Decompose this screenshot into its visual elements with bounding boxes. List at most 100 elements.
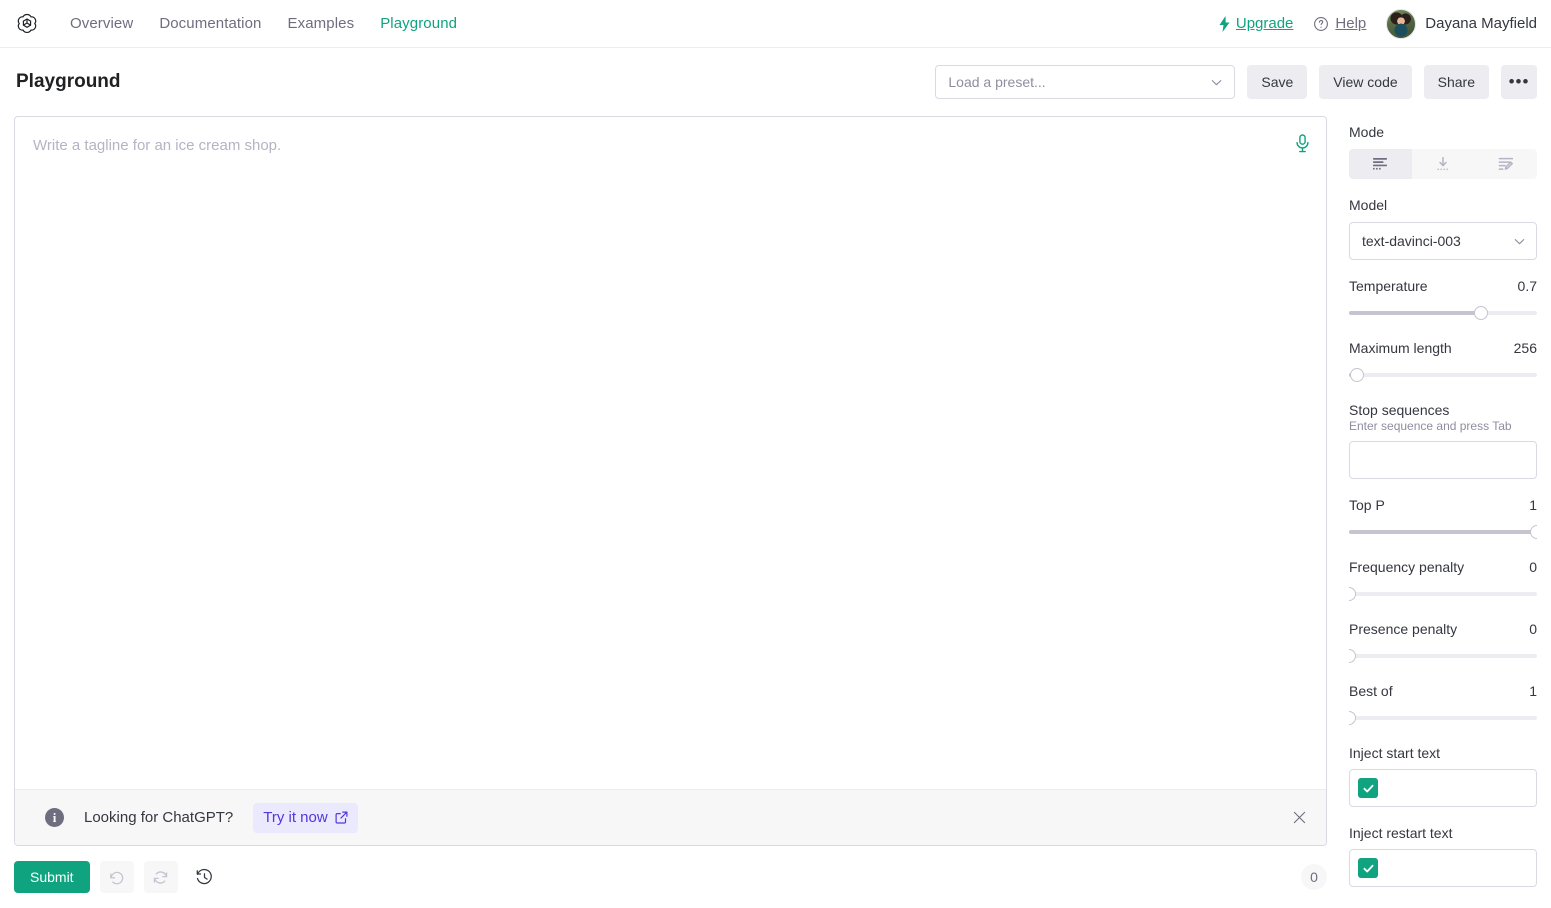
prompt-editor[interactable]: Write a tagline for an ice cream shop. i… [14, 116, 1327, 846]
prompt-textarea[interactable]: Write a tagline for an ice cream shop. [15, 117, 1326, 789]
preset-placeholder: Load a preset... [948, 74, 1046, 90]
action-bar: Submit 0 [14, 846, 1327, 908]
best-of-value: 1 [1529, 683, 1537, 699]
undo-icon[interactable] [99, 861, 134, 893]
inject-restart-text-checkbox[interactable] [1358, 858, 1378, 878]
save-button[interactable]: Save [1247, 65, 1308, 99]
mode-edit-button[interactable] [1474, 149, 1537, 179]
slider-track [1349, 373, 1537, 377]
stop-sequences-input[interactable] [1349, 441, 1537, 479]
slider-track [1349, 716, 1537, 720]
external-link-icon [335, 811, 348, 824]
stop-sequences-group: Stop sequences Enter sequence and press … [1349, 402, 1537, 479]
maximum-length-group: Maximum length 256 [1349, 340, 1537, 384]
mode-complete-button[interactable] [1349, 149, 1412, 179]
user-menu[interactable]: Dayana Mayfield [1386, 8, 1537, 39]
temperature-value: 0.7 [1517, 278, 1537, 294]
nav-link-examples[interactable]: Examples [288, 15, 355, 32]
more-options-button[interactable]: ••• [1501, 65, 1537, 99]
presence-penalty-group: Presence penalty 0 [1349, 621, 1537, 665]
banner-text: Looking for ChatGPT? [84, 809, 234, 826]
primary-nav-links: Overview Documentation Examples Playgrou… [70, 15, 457, 32]
model-group: Model text-davinci-003 [1349, 197, 1537, 260]
inject-start-text-input[interactable] [1349, 769, 1537, 807]
settings-sidebar: Mode Model text-davinci-003 Temperature … [1349, 116, 1537, 908]
info-icon: i [45, 808, 64, 827]
nav-link-documentation[interactable]: Documentation [159, 15, 261, 32]
try-chatgpt-button[interactable]: Try it now [253, 802, 358, 833]
openai-logo-icon[interactable] [10, 7, 44, 41]
token-counter: 0 [1301, 864, 1327, 890]
slider-knob[interactable] [1530, 525, 1537, 539]
temperature-label: Temperature [1349, 278, 1428, 294]
top-p-value: 1 [1529, 497, 1537, 513]
frequency-penalty-label: Frequency penalty [1349, 559, 1465, 575]
nav-link-overview[interactable]: Overview [70, 15, 133, 32]
help-button[interactable]: Help [1313, 15, 1366, 32]
mode-label: Mode [1349, 124, 1385, 140]
slider-knob[interactable] [1349, 368, 1364, 382]
best-of-group: Best of 1 [1349, 683, 1537, 727]
maximum-length-slider[interactable] [1349, 366, 1537, 384]
maximum-length-value: 256 [1513, 340, 1537, 356]
slider-knob[interactable] [1473, 306, 1488, 320]
slider-knob[interactable] [1349, 587, 1356, 601]
submit-button[interactable]: Submit [14, 861, 90, 893]
upgrade-button[interactable]: Upgrade [1218, 15, 1294, 32]
temperature-group: Temperature 0.7 [1349, 278, 1537, 322]
model-select[interactable]: text-davinci-003 [1349, 222, 1537, 260]
view-code-button[interactable]: View code [1319, 65, 1412, 99]
top-p-group: Top P 1 [1349, 497, 1537, 541]
stop-sequences-label: Stop sequences [1349, 402, 1450, 418]
model-label: Model [1349, 197, 1388, 213]
history-icon[interactable] [188, 861, 222, 893]
share-button[interactable]: Share [1423, 65, 1489, 99]
mode-insert-button[interactable] [1412, 149, 1475, 179]
slider-track [1349, 592, 1537, 596]
try-chatgpt-label: Try it now [263, 809, 328, 826]
presence-penalty-slider[interactable] [1349, 647, 1537, 665]
chevron-down-icon [1209, 75, 1224, 90]
regenerate-icon[interactable] [143, 861, 178, 893]
best-of-slider[interactable] [1349, 709, 1537, 727]
upgrade-label: Upgrade [1235, 15, 1294, 32]
frequency-penalty-value: 0 [1529, 559, 1537, 575]
preset-select[interactable]: Load a preset... [935, 65, 1236, 99]
close-icon[interactable] [1286, 805, 1312, 831]
playground-body: Write a tagline for an ice cream shop. i… [0, 116, 1551, 908]
frequency-penalty-group: Frequency penalty 0 [1349, 559, 1537, 603]
microphone-icon[interactable] [1290, 131, 1314, 155]
page-header: Playground Load a preset... Save View co… [0, 48, 1551, 116]
question-mark-circle-icon [1313, 16, 1329, 32]
inject-start-text-group: Inject start text [1349, 745, 1537, 807]
inject-restart-text-group: Inject restart text [1349, 825, 1537, 887]
inject-start-text-label: Inject start text [1349, 745, 1441, 761]
best-of-label: Best of [1349, 683, 1393, 699]
nav-link-playground[interactable]: Playground [380, 15, 457, 32]
top-p-slider[interactable] [1349, 523, 1537, 541]
frequency-penalty-slider[interactable] [1349, 585, 1537, 603]
avatar [1386, 8, 1417, 39]
presence-penalty-label: Presence penalty [1349, 621, 1458, 637]
lightning-bolt-icon [1218, 15, 1231, 32]
top-p-label: Top P [1349, 497, 1385, 513]
mode-group: Mode [1349, 124, 1537, 179]
main-column: Write a tagline for an ice cream shop. i… [14, 116, 1327, 908]
header-actions: Load a preset... Save View code Share ••… [935, 65, 1537, 99]
slider-fill [1349, 311, 1481, 315]
help-label: Help [1335, 15, 1367, 32]
chevron-down-icon [1512, 234, 1527, 249]
slider-knob[interactable] [1349, 649, 1356, 663]
slider-knob[interactable] [1349, 711, 1356, 725]
temperature-slider[interactable] [1349, 304, 1537, 322]
mode-toggle [1349, 149, 1537, 179]
inject-restart-text-input[interactable] [1349, 849, 1537, 887]
inject-start-text-checkbox[interactable] [1358, 778, 1378, 798]
stop-sequences-hint: Enter sequence and press Tab [1349, 419, 1512, 433]
slider-track [1349, 654, 1537, 658]
page-title: Playground [16, 71, 121, 92]
slider-fill [1349, 530, 1537, 534]
inject-restart-text-label: Inject restart text [1349, 825, 1453, 841]
user-name: Dayana Mayfield [1425, 15, 1537, 32]
maximum-length-label: Maximum length [1349, 340, 1452, 356]
